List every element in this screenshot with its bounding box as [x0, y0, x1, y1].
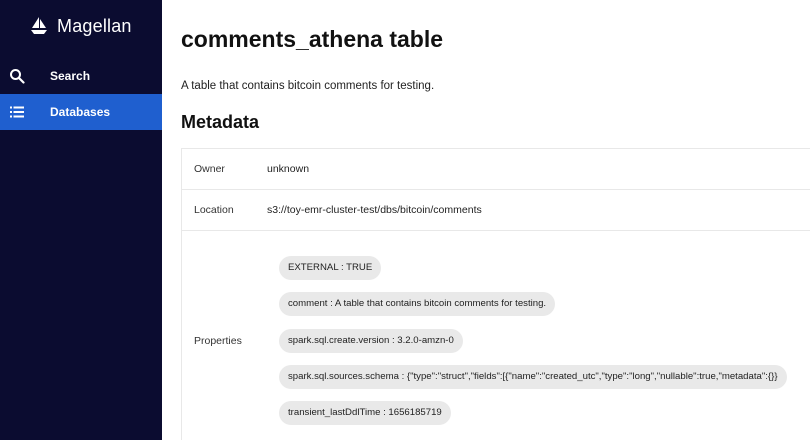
app-name: Magellan	[57, 15, 132, 36]
owner-label: Owner	[194, 163, 225, 175]
property-chip: transient_lastDdlTime : 1656185719	[279, 401, 451, 425]
properties-label: Properties	[194, 335, 242, 347]
sidebar: Magellan Search Databases	[0, 0, 162, 440]
owner-value: unknown	[267, 163, 310, 175]
metadata-row-owner: Owner unknown	[182, 149, 810, 190]
main-content: comments_athena table A table that conta…	[162, 0, 810, 440]
metadata-row-location: Location s3://toy-emr-cluster-test/dbs/b…	[182, 190, 810, 231]
property-chip: EXTERNAL : TRUE	[279, 256, 382, 280]
list-icon	[10, 106, 24, 118]
property-chip: spark.sql.sources.schema : {"type":"stru…	[279, 365, 787, 389]
search-icon	[10, 69, 25, 84]
brand[interactable]: Magellan	[30, 14, 132, 38]
property-chip: comment : A table that contains bitcoin …	[279, 292, 556, 316]
sidebar-item-search[interactable]: Search	[0, 58, 162, 94]
table-description: A table that contains bitcoin comments f…	[181, 80, 435, 92]
metadata-heading: Metadata	[181, 112, 260, 132]
location-value: s3://toy-emr-cluster-test/dbs/bitcoin/co…	[267, 204, 482, 216]
location-label: Location	[194, 204, 234, 216]
sidebar-item-label: Databases	[50, 105, 111, 119]
metadata-row-properties: Properties EXTERNAL : TRUE comment : A t…	[182, 231, 810, 440]
property-chip: spark.sql.create.version : 3.2.0-amzn-0	[279, 329, 463, 353]
sidebar-item-label: Search	[50, 69, 91, 83]
sidebar-item-databases[interactable]: Databases	[0, 94, 162, 130]
page-title: comments_athena table	[181, 26, 444, 52]
sailboat-logo-icon	[31, 17, 47, 34]
metadata-table: Owner unknown Location s3://toy-emr-clus…	[181, 148, 810, 440]
